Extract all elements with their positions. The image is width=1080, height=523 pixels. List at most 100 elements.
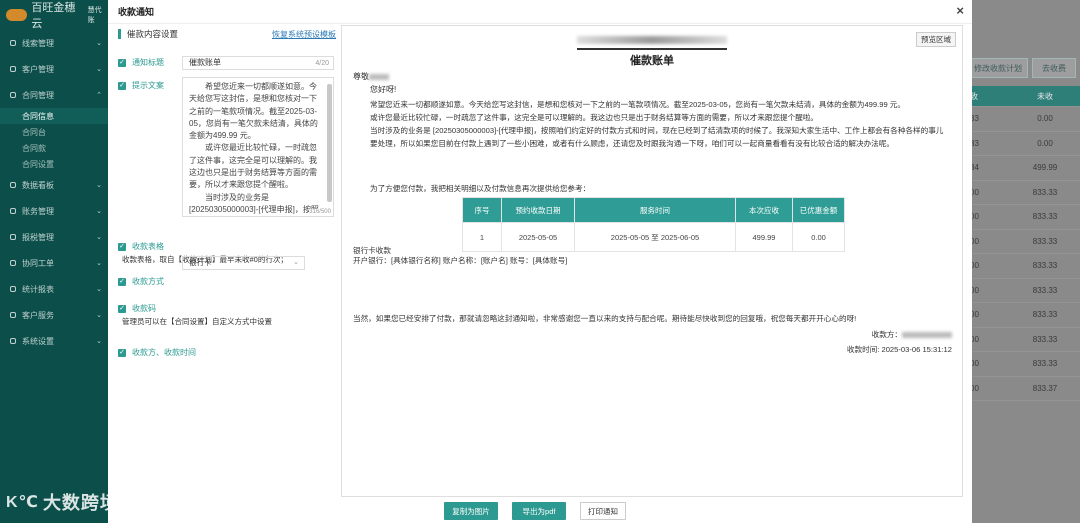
- bank-line: 开户银行：[具体银行名称] 账户名称：[账户名] 账号：[具体账号]: [353, 256, 568, 265]
- cell: 00: [970, 187, 979, 197]
- cell: 499.99: [735, 222, 793, 252]
- menu-item-dashboard[interactable]: 数据看板 ⌄: [0, 172, 108, 198]
- table-row: 00 833.33: [968, 328, 1080, 352]
- cell: 00: [970, 310, 979, 320]
- checkbox-checked-icon[interactable]: ✓: [118, 81, 126, 90]
- title-divider: [577, 48, 727, 50]
- collect-fee-button[interactable]: 去收费: [1032, 58, 1076, 78]
- menu-item-reports[interactable]: 统计报表 ⌄: [0, 276, 108, 302]
- textarea-scrollbar[interactable]: [327, 84, 332, 202]
- cell: 833.33: [1032, 285, 1058, 295]
- submenu-contract-desk[interactable]: 合同台: [0, 124, 108, 140]
- menu-label: 账务管理: [22, 206, 54, 216]
- cell: 833.33: [1032, 334, 1058, 344]
- submenu-label: 合同信息: [22, 111, 54, 121]
- submenu-label: 合同台: [22, 127, 46, 137]
- body-paragraph: 常望您近来一切都顺遂如意。今天给您写这封信，是想和您核对一下之前的一笔款项情况。…: [370, 100, 905, 109]
- menu-icon: [10, 312, 16, 318]
- header-cell: 序号: [462, 197, 502, 223]
- cell: 33: [970, 138, 979, 148]
- payee-prefix: 收款方：: [871, 330, 902, 339]
- menu-label: 数据看板: [22, 180, 54, 190]
- table-intro: 为了方便您付款，我把相关明细以及付款信息再次提供给您参考：: [370, 184, 591, 193]
- table-label: 收款表格: [132, 242, 164, 251]
- background-table: 收未收 33 0.00 33 0.00 34 499.99 00 833.33 00 83…: [968, 86, 1080, 401]
- menu-item-contracts[interactable]: 合同管理 ⌃: [0, 82, 108, 108]
- qrcode-option[interactable]: ✓ 收款码: [118, 303, 338, 314]
- chevron-up-icon: ⌃: [96, 92, 102, 99]
- export-pdf-button[interactable]: 导出为pdf: [512, 502, 566, 520]
- header-cell: 预约收款日期: [501, 197, 575, 223]
- blurred-name: [369, 73, 389, 80]
- menu-label: 报税管理: [22, 232, 54, 242]
- menu-item-service[interactable]: 客户服务 ⌄: [0, 302, 108, 328]
- header-cell: 已优惠金额: [792, 197, 845, 223]
- watermark-text: 大数跨境: [42, 493, 119, 513]
- cell: 00: [970, 285, 979, 295]
- modal-title: 收款通知: [118, 7, 155, 17]
- menu-item-tax[interactable]: 报税管理 ⌄: [0, 224, 108, 250]
- payee-time-option[interactable]: ✓ 收款方、收款时间: [118, 347, 338, 358]
- menu-item-system[interactable]: 系统设置 ⌄: [0, 328, 108, 354]
- chevron-down-icon: ⌄: [293, 259, 299, 266]
- cell: 00: [970, 236, 979, 246]
- payment-method-select[interactable]: 银行卡 ⌄: [182, 256, 305, 270]
- prompt-paragraph: 或许您最近比较忙碌，一时疏忽了这件事，这完全是可以理解的。我这边也只是出于财务结…: [189, 143, 317, 190]
- checkbox-checked-icon[interactable]: ✓: [118, 277, 126, 286]
- cell: 833.33: [1032, 187, 1058, 197]
- menu-icon: [10, 286, 16, 292]
- checkbox-checked-icon[interactable]: ✓: [118, 304, 126, 313]
- checkbox-checked-icon[interactable]: ✓: [118, 348, 126, 357]
- prompt-textarea[interactable]: 希望您近来一切都顺遂如意。今天给您写这封信，是想和您核对一下之前的一笔款项情况。…: [182, 77, 334, 217]
- header-cell: 服务时间: [574, 197, 736, 223]
- preview-tag: 预览区域: [916, 32, 956, 47]
- header-cell: 收: [970, 91, 978, 101]
- submenu-contract-info[interactable]: 合同信息: [0, 108, 108, 124]
- chevron-down-icon: ⌄: [96, 182, 102, 189]
- section-bar: [118, 29, 121, 39]
- table-row: 00 833.33: [968, 352, 1080, 377]
- checkbox-checked-icon[interactable]: ✓: [118, 242, 126, 251]
- chevron-down-icon: ⌄: [96, 338, 102, 345]
- char-count: 4/20: [315, 60, 329, 67]
- cell: 00: [970, 359, 979, 369]
- menu-icon: [10, 208, 16, 214]
- table-header-row: 序号 预约收款日期 服务时间 本次应收 已优惠金额: [462, 197, 845, 223]
- checkbox-checked-icon[interactable]: ✓: [118, 58, 126, 67]
- cell: 833.37: [1032, 383, 1058, 393]
- chevron-down-icon: ⌄: [96, 286, 102, 293]
- close-icon[interactable]: ×: [956, 4, 964, 17]
- menu-item-workorders[interactable]: 协同工单 ⌄: [0, 250, 108, 276]
- blurred-company-name: [577, 36, 727, 44]
- chevron-down-icon: ⌄: [96, 312, 102, 319]
- menu-icon: [10, 92, 16, 98]
- menu-icon: [10, 40, 16, 46]
- menu-item-customers[interactable]: 客户管理 ⌄: [0, 56, 108, 82]
- cell: 833.33: [1032, 261, 1058, 271]
- menu-item-leads[interactable]: 线索管理 ⌄: [0, 30, 108, 56]
- method-label: 收款方式: [132, 277, 164, 286]
- menu-item-accounts[interactable]: 账务管理 ⌄: [0, 198, 108, 224]
- bank-info: 银行卡收款 开户银行：[具体银行名称] 账户名称：[账户名] 账号：[具体账号]: [353, 246, 567, 266]
- submenu-contract-payment[interactable]: 合同款: [0, 140, 108, 156]
- copy-image-button[interactable]: 复制为图片: [444, 502, 498, 520]
- settings-header: 催款内容设置 恢复系统预设模板: [118, 25, 338, 43]
- blurred-payee-name: [902, 332, 952, 338]
- submenu-label: 合同款: [22, 143, 46, 153]
- menu-icon: [10, 260, 16, 266]
- payment-method-option[interactable]: ✓ 收款方式: [118, 276, 338, 287]
- app-logo: 百旺金穗云 慧代账: [0, 0, 108, 30]
- chevron-down-icon: ⌄: [96, 66, 102, 73]
- payment-notice-modal: 收款通知 × 催款内容设置 恢复系统预设模板 ✓ 通知标题 催款账单 4/20 …: [108, 0, 972, 523]
- cell: 34: [970, 163, 979, 173]
- reset-template-link[interactable]: 恢复系统预设模板: [272, 29, 336, 40]
- notice-title-label: 通知标题: [132, 58, 164, 67]
- menu-icon: [10, 182, 16, 188]
- modify-plan-button[interactable]: 修改收款计划: [968, 58, 1028, 78]
- cell: 0.00: [1037, 138, 1053, 148]
- notice-title-input[interactable]: 催款账单 4/20: [182, 56, 334, 70]
- print-button[interactable]: 打印通知: [580, 502, 626, 520]
- payment-table-option[interactable]: ✓ 收款表格: [118, 241, 338, 252]
- logo-text: 百旺金穗云: [31, 2, 76, 30]
- submenu-contract-settings[interactable]: 合同设置: [0, 156, 108, 172]
